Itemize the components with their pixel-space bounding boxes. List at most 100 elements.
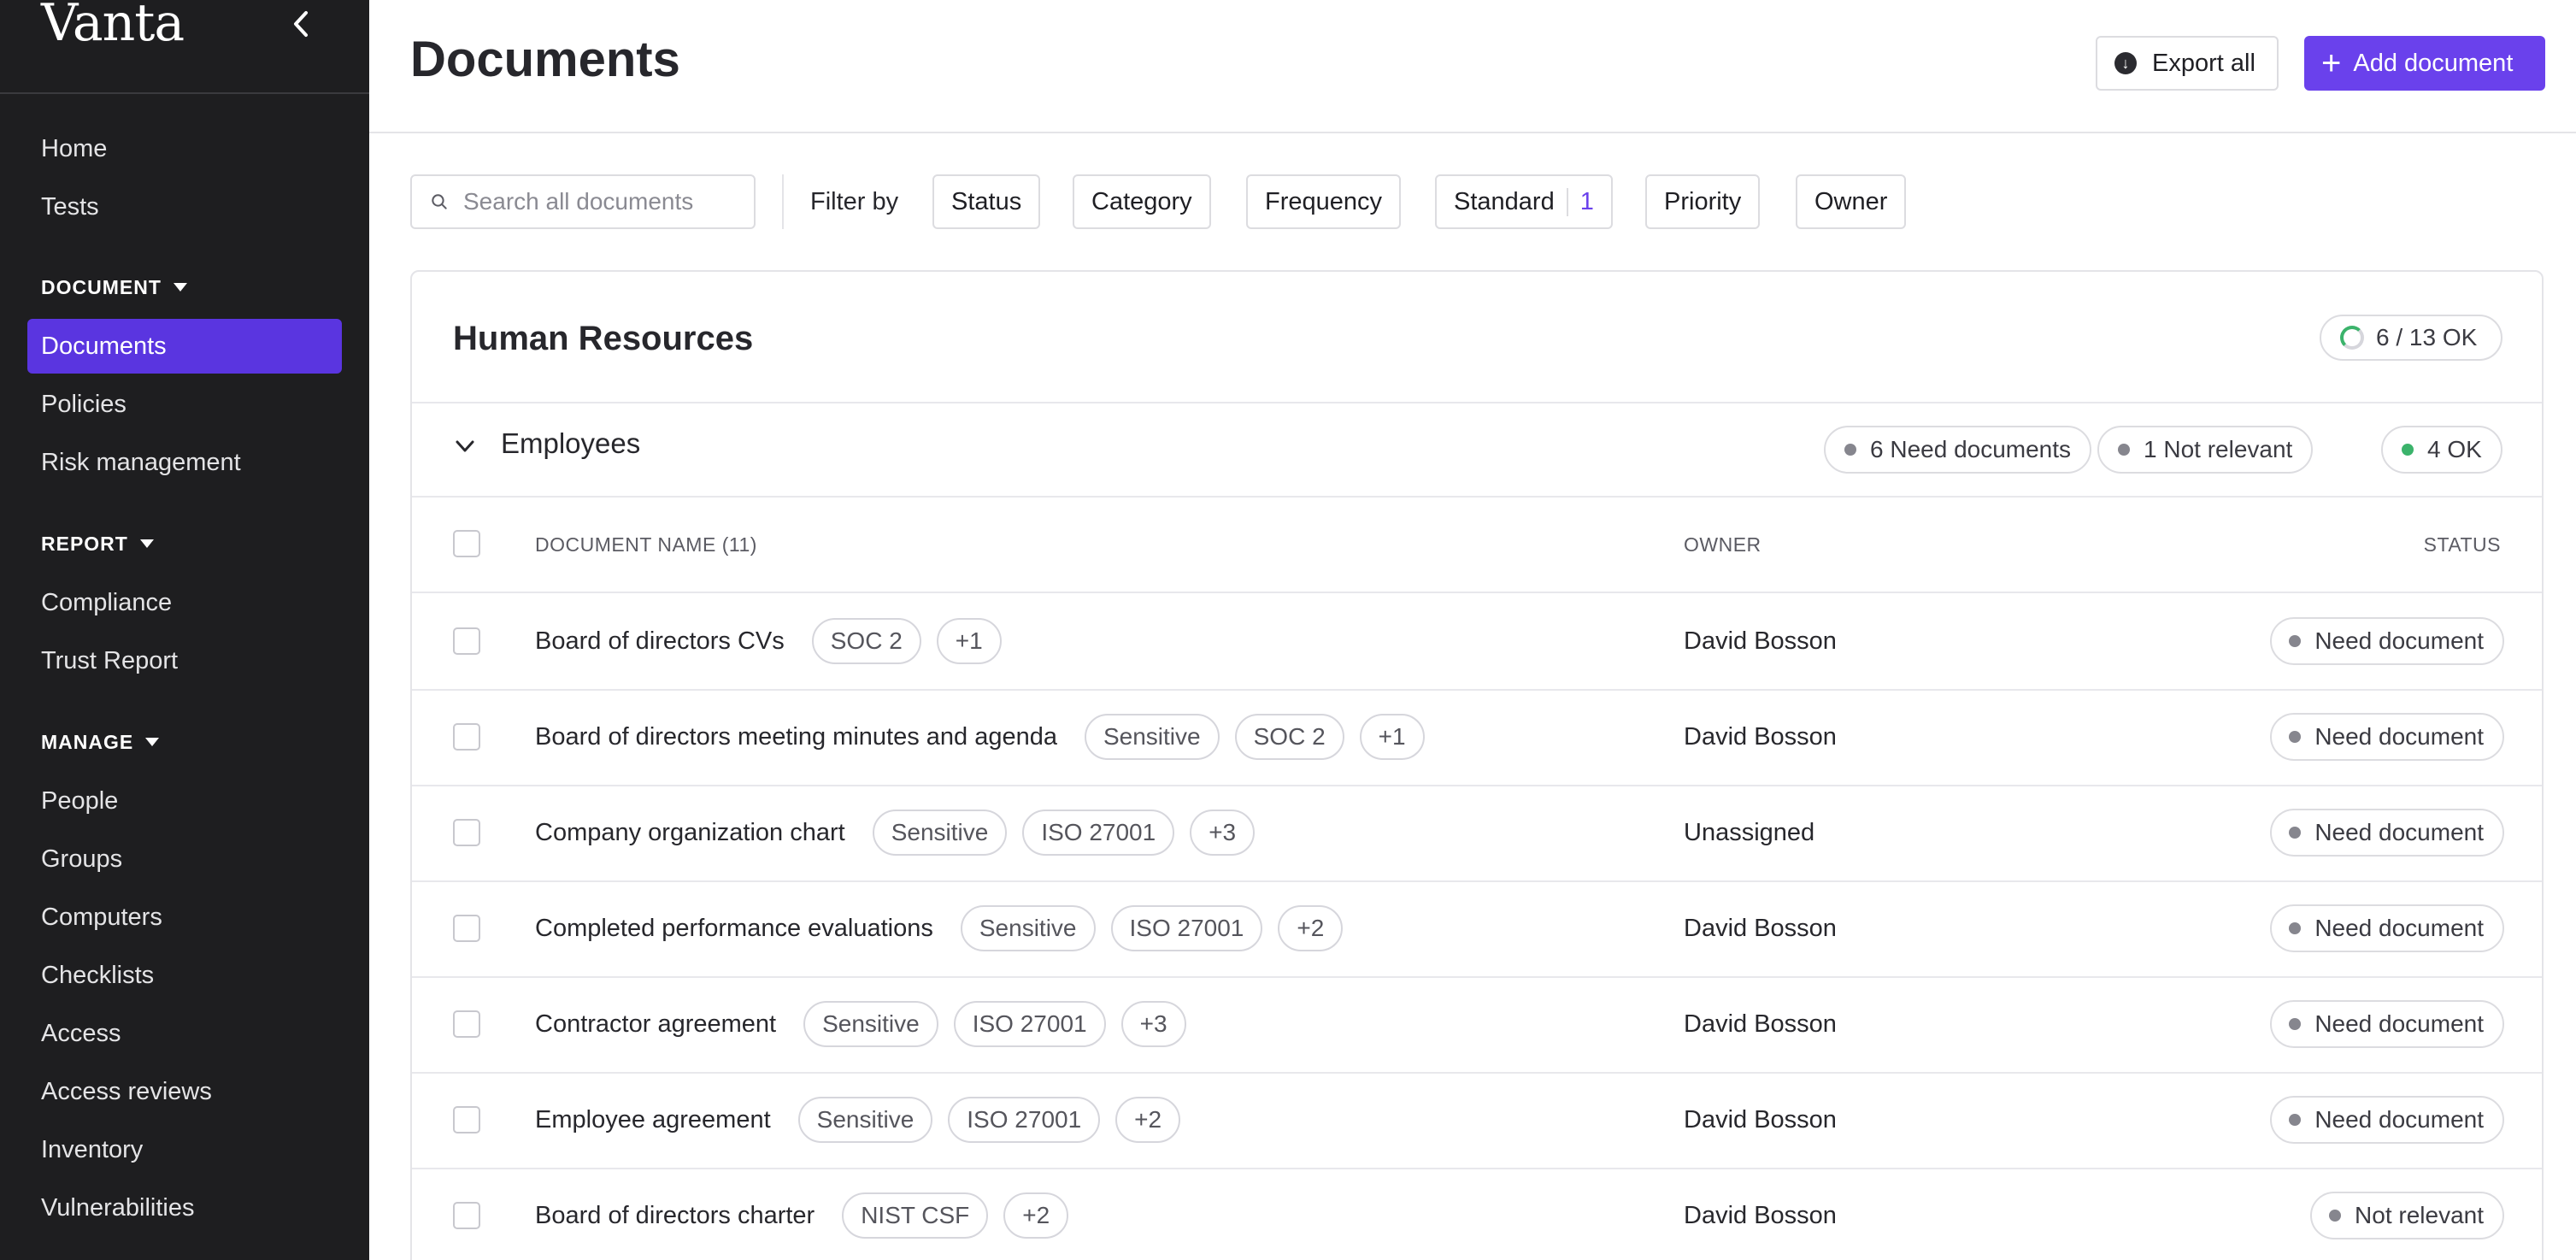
tag-more-badge[interactable]: +1 [936, 618, 1002, 664]
sidebar-section-manage[interactable]: MANAGE [41, 725, 160, 759]
filter-owner[interactable]: Owner [1796, 174, 1907, 229]
sidebar-item-checklists[interactable]: Checklists [27, 948, 342, 1003]
group-title[interactable]: Employees [501, 427, 640, 460]
sidebar-item-documents[interactable]: Documents [27, 319, 342, 374]
tag-more-badge[interactable]: +2 [1003, 1192, 1069, 1239]
filter-category[interactable]: Category [1073, 174, 1211, 229]
tag-badge: ISO 27001 [948, 1097, 1101, 1143]
document-name[interactable]: Employee agreement [535, 1106, 771, 1134]
row-checkbox[interactable] [453, 1010, 480, 1038]
add-document-button[interactable]: + Add document [2304, 36, 2545, 91]
status-badge: Need document [2270, 1096, 2504, 1144]
summary-label: 4 OK [2427, 436, 2482, 462]
sidebar-item-policies[interactable]: Policies [27, 377, 342, 432]
select-all-checkbox[interactable] [453, 530, 480, 557]
summary-not-relevant: 1 Not relevant [2097, 426, 2314, 474]
summary-ok: 4 OK [2381, 426, 2502, 474]
vanta-logo[interactable]: Vanta [41, 0, 185, 53]
owner-name: David Bosson [1684, 1105, 1837, 1133]
sidebar-item-inventory[interactable]: Inventory [27, 1122, 342, 1177]
tag-badge: ISO 27001 [953, 1001, 1106, 1047]
row-checkbox[interactable] [453, 819, 480, 846]
status-label: Need document [2314, 723, 2484, 750]
sidebar-item-groups[interactable]: Groups [27, 832, 342, 886]
summary-need-documents: 6 Need documents [1824, 426, 2092, 474]
table-row[interactable]: Board of directors meeting minutes and a… [412, 689, 2542, 785]
sidebar-item-tests[interactable]: Tests [27, 180, 342, 234]
status-dot-icon [2289, 1114, 2302, 1126]
status-label: Need document [2314, 627, 2484, 654]
status-badge: Not relevant [2310, 1192, 2504, 1239]
status-dot-icon [2118, 444, 2130, 456]
sidebar-section-report[interactable]: REPORT [41, 527, 154, 561]
owner-name: Unassigned [1684, 818, 1815, 846]
document-name[interactable]: Company organization chart [535, 819, 845, 847]
status-label: Need document [2314, 915, 2484, 941]
status-dot-icon [1844, 444, 1856, 456]
document-cell: Company organization chart Sensitive ISO… [535, 809, 1270, 857]
section-title: REPORT [41, 532, 128, 555]
table-row[interactable]: Company organization chart Sensitive ISO… [412, 785, 2542, 880]
status-badge: Need document [2270, 904, 2504, 952]
tag-more-badge[interactable]: +3 [1120, 1001, 1186, 1047]
document-cell: Completed performance evaluations Sensit… [535, 904, 1358, 952]
documents-card: Human Resources 6 / 13 OK Employees 6 Ne… [410, 270, 2544, 1260]
row-checkbox[interactable] [453, 723, 480, 751]
add-document-label: Add document [2353, 49, 2514, 77]
column-header-status[interactable]: STATUS [2424, 533, 2501, 556]
tag-badge: Sensitive [1084, 714, 1220, 760]
table-row[interactable]: Employee agreement Sensitive ISO 27001 +… [412, 1072, 2542, 1168]
sidebar: Vanta Home Tests DOCUMENT Documents Poli… [0, 0, 369, 1260]
divider [412, 496, 2542, 498]
sidebar-item-vulnerabilities[interactable]: Vulnerabilities [27, 1181, 342, 1235]
row-checkbox[interactable] [453, 1106, 480, 1133]
status-badge: Need document [2270, 617, 2504, 665]
export-all-button[interactable]: ↓ Export all [2096, 36, 2279, 91]
sidebar-item-compliance[interactable]: Compliance [27, 575, 342, 630]
row-checkbox[interactable] [453, 915, 480, 942]
column-header-name[interactable]: DOCUMENT NAME (11) [535, 533, 757, 556]
table-row[interactable]: Contractor agreement Sensitive ISO 27001… [412, 976, 2542, 1072]
category-title: Human Resources [453, 320, 754, 357]
column-header-owner[interactable]: OWNER [1684, 533, 1761, 556]
document-name[interactable]: Contractor agreement [535, 1010, 776, 1039]
document-name[interactable]: Board of directors CVs [535, 627, 785, 656]
table-row[interactable]: Board of directors CVs SOC 2 +1 David Bo… [412, 593, 2542, 689]
row-checkbox[interactable] [453, 1202, 480, 1229]
tag-more-badge[interactable]: +2 [1115, 1097, 1181, 1143]
search-field[interactable] [410, 174, 756, 229]
search-icon [432, 194, 447, 209]
chip-label: Category [1091, 187, 1192, 215]
document-name[interactable]: Board of directors charter [535, 1202, 815, 1230]
chevron-down-icon[interactable] [453, 434, 477, 458]
chip-label: Owner [1814, 187, 1888, 215]
sidebar-section-document[interactable]: DOCUMENT [41, 270, 187, 304]
sidebar-item-trust-report[interactable]: Trust Report [27, 633, 342, 688]
sidebar-item-home[interactable]: Home [27, 121, 342, 176]
sidebar-item-access-reviews[interactable]: Access reviews [27, 1064, 342, 1119]
filter-standard[interactable]: Standard 1 [1435, 174, 1613, 229]
tag-more-badge[interactable]: +2 [1278, 905, 1344, 951]
document-name[interactable]: Completed performance evaluations [535, 915, 933, 943]
table-row[interactable]: Board of directors charter NIST CSF +2 D… [412, 1168, 2542, 1260]
document-name[interactable]: Board of directors meeting minutes and a… [535, 723, 1057, 751]
tag-badge: Sensitive [872, 810, 1008, 856]
caret-down-icon [139, 539, 154, 548]
sidebar-item-access[interactable]: Access [27, 1006, 342, 1061]
status-dot-icon [2329, 1210, 2342, 1222]
search-input[interactable] [463, 188, 754, 215]
filter-priority[interactable]: Priority [1645, 174, 1761, 229]
collapse-sidebar-button[interactable] [285, 5, 316, 43]
tag-more-badge[interactable]: +1 [1359, 714, 1425, 760]
sidebar-item-people[interactable]: People [27, 774, 342, 828]
row-checkbox[interactable] [453, 627, 480, 655]
table-row[interactable]: Completed performance evaluations Sensit… [412, 880, 2542, 976]
chevron-left-icon [294, 11, 308, 37]
tag-badge: SOC 2 [1234, 714, 1344, 760]
tag-more-badge[interactable]: +3 [1190, 810, 1256, 856]
filter-frequency[interactable]: Frequency [1246, 174, 1402, 229]
tag-badge: Sensitive [797, 1097, 933, 1143]
sidebar-item-computers[interactable]: Computers [27, 890, 342, 945]
sidebar-item-risk-management[interactable]: Risk management [27, 435, 342, 490]
filter-status[interactable]: Status [932, 174, 1041, 229]
